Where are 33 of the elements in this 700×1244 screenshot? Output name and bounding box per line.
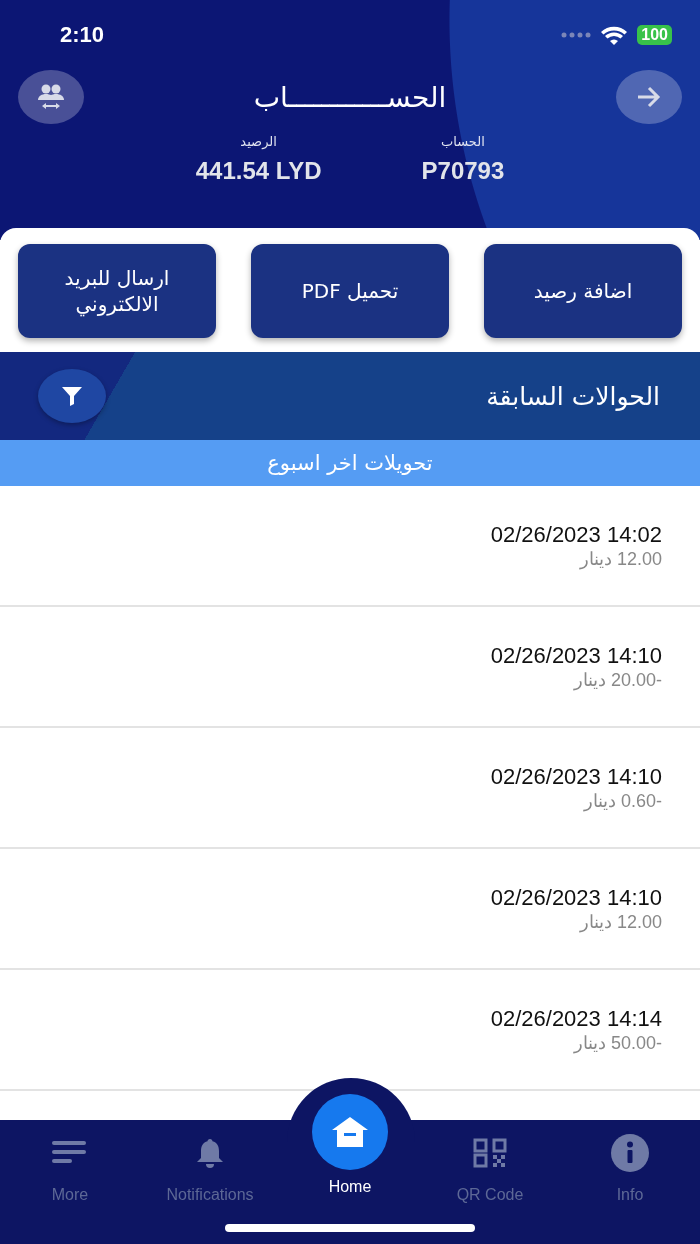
menu-icon <box>52 1141 88 1165</box>
transaction-date: 02/26/2023 14:10 <box>490 764 662 790</box>
transaction-date: 02/26/2023 14:10 <box>490 643 662 669</box>
bell-icon <box>195 1137 225 1169</box>
action-button[interactable]: تحميل PDF <box>251 244 449 338</box>
arrow-right-icon <box>636 86 662 108</box>
page-title: الحســــــــــــاب <box>253 80 447 114</box>
signal-dots-icon <box>561 32 592 38</box>
field-value: 441.54 LYD <box>195 157 322 185</box>
transaction-amount: -20.00 دينار <box>573 669 662 691</box>
users-swap-icon <box>36 83 66 111</box>
transaction-amount: -0.60 دينار <box>583 790 662 812</box>
info-icon <box>611 1134 649 1172</box>
section-title: الحوالات السابقة <box>486 381 660 411</box>
transaction-date: 02/26/2023 14:10 <box>490 885 662 911</box>
field-label: الرصيد <box>240 134 277 149</box>
filter-icon <box>61 385 83 407</box>
action-button[interactable]: ارسال للبريد الالكتروني <box>18 244 216 338</box>
transaction-date: 02/26/2023 14:02 <box>490 522 662 548</box>
wifi-icon <box>601 25 628 45</box>
qr-code-icon <box>473 1138 507 1168</box>
status-time: 2:10 <box>60 22 105 48</box>
section-subtitle: تحويلات اخر اسبوع <box>0 440 700 486</box>
transaction-amount: 12.00 دينار <box>579 911 662 933</box>
transaction-amount: 12.00 دينار <box>579 548 662 570</box>
field-label: الحساب <box>441 134 485 149</box>
action-button[interactable]: اضافة رصيد <box>484 244 682 338</box>
filter-button[interactable] <box>38 369 106 423</box>
transaction-date: 02/26/2023 14:14 <box>490 1006 662 1032</box>
battery-level: 100 <box>637 25 672 45</box>
home-icon <box>332 1117 368 1147</box>
field-value: P70793 <box>421 157 505 185</box>
transaction-amount: -50.00 دينار <box>573 1032 662 1054</box>
